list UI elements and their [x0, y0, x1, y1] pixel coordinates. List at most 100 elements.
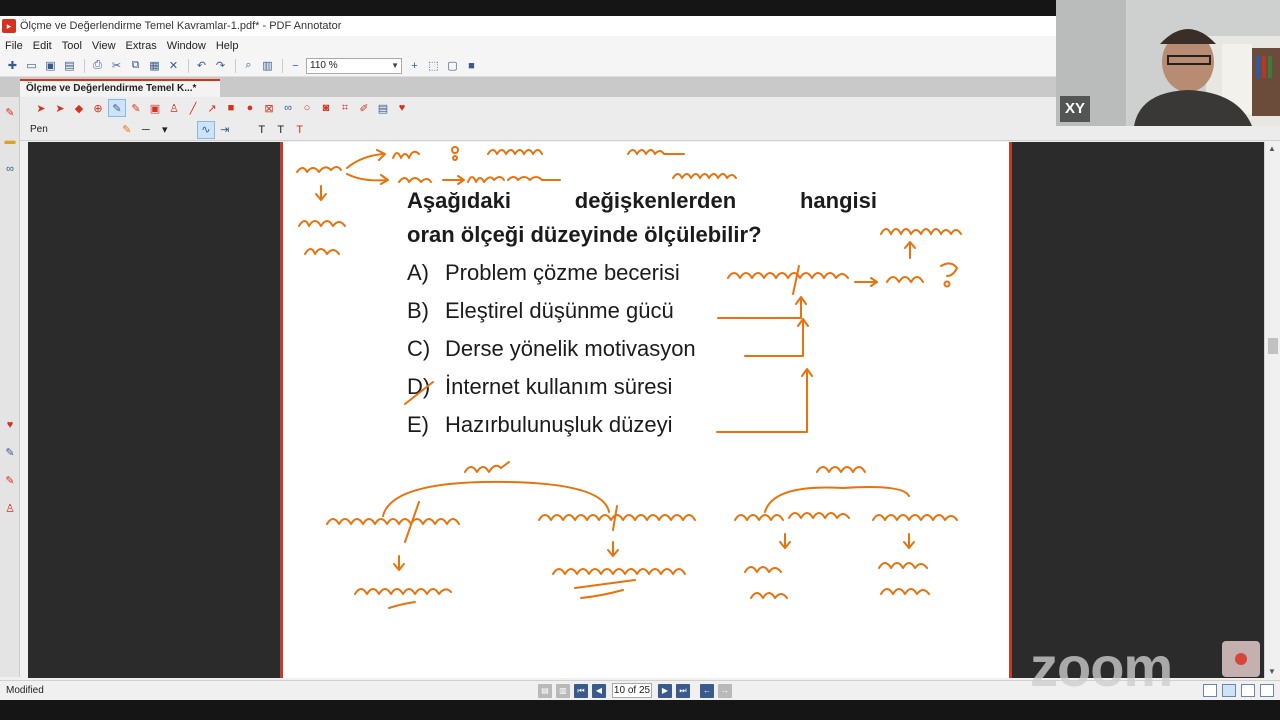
grid-view-icon[interactable] [1260, 684, 1274, 697]
marker-tool-icon[interactable]: ✐ [355, 99, 373, 117]
pen-icon[interactable]: ✎ [2, 105, 18, 121]
window-title: Ölçme ve Değerlendirme Temel Kavramlar-1… [20, 20, 342, 32]
straighten-icon[interactable]: ⇥ [216, 121, 234, 139]
menu-edit[interactable]: Edit [33, 40, 52, 52]
arrow-line-icon[interactable]: ↗ [203, 99, 221, 117]
comment-icon[interactable]: ○ [298, 99, 316, 117]
stamp-icon[interactable]: ♙ [2, 501, 18, 517]
menu-extras[interactable]: Extras [126, 40, 157, 52]
fit-width-icon[interactable]: ⬚ [425, 57, 442, 74]
page-navigation: ▤ ▥ ⏮ ◀ 10 of 25 ▶ ⏭ ← → [536, 683, 734, 698]
menu-view[interactable]: View [92, 40, 116, 52]
toolbar-divider [188, 58, 189, 73]
undo-icon[interactable]: ↶ [193, 57, 210, 74]
favorites-icon[interactable]: ♥ [2, 417, 18, 433]
highlighter-icon[interactable]: ✎ [2, 473, 18, 489]
toolbar-divider [235, 58, 236, 73]
delete-icon[interactable]: ✕ [165, 57, 182, 74]
image-icon[interactable]: ▣ [146, 99, 164, 117]
find-icon[interactable]: ⌕ [240, 57, 257, 74]
camera-icon[interactable]: ◙ [317, 99, 335, 117]
eraser-icon[interactable]: ◆ [70, 99, 88, 117]
zoom-logo: zoom [1030, 635, 1173, 698]
next-page-icon[interactable]: ▶ [658, 683, 672, 698]
ellipse-icon[interactable]: ● [241, 99, 259, 117]
redo-icon[interactable]: ↷ [212, 57, 229, 74]
text-color-icon[interactable]: T [291, 121, 309, 139]
copy-icon[interactable]: ⧉ [127, 57, 144, 74]
reaction-icon[interactable] [1222, 641, 1260, 677]
zoom-value: 110 % [310, 59, 338, 71]
stamp-tool-icon[interactable]: ♙ [165, 99, 183, 117]
zoom-in-icon[interactable]: + [406, 57, 423, 74]
new-document-icon[interactable]: ✚ [4, 57, 21, 74]
save-icon[interactable]: ▣ [42, 57, 59, 74]
last-page-icon[interactable]: ⏭ [676, 683, 690, 698]
zoom-select[interactable]: 110 % ▼ [306, 57, 402, 74]
scroll-down-icon[interactable]: ▼ [1268, 667, 1276, 676]
pen-tool-icon[interactable]: ✎ [108, 99, 126, 117]
open-folder-icon[interactable]: ▭ [23, 57, 40, 74]
scrollbar-thumb[interactable] [1268, 338, 1278, 354]
handwritten-annotations [296, 146, 962, 609]
scroll-up-icon[interactable]: ▲ [1268, 144, 1276, 153]
rectangle-icon[interactable]: ■ [222, 99, 240, 117]
continuous-view-icon[interactable] [1222, 684, 1236, 697]
text-tool-icon[interactable]: T [253, 121, 271, 139]
select-arrow-icon[interactable]: ➤ [32, 99, 50, 117]
chevron-down-icon: ▼ [391, 60, 399, 70]
first-page-icon[interactable]: ⏮ [574, 683, 588, 698]
page-history-icon[interactable]: ▤ [538, 683, 552, 698]
link-tool-icon[interactable]: ∞ [279, 99, 297, 117]
back-icon[interactable]: ← [700, 683, 714, 698]
tool-name: Pen [30, 124, 48, 135]
app-logo-icon: ▸ [2, 19, 16, 33]
two-page-view-icon[interactable] [1241, 684, 1255, 697]
zoom-out-icon[interactable]: − [287, 57, 304, 74]
toolbar-divider [84, 58, 85, 73]
fit-page-icon[interactable]: ▢ [444, 57, 461, 74]
smooth-stroke-icon[interactable]: ∿ [196, 120, 215, 139]
menu-window[interactable]: Window [167, 40, 206, 52]
crop-icon[interactable]: ⌗ [336, 99, 354, 117]
paste-icon[interactable]: ▦ [146, 57, 163, 74]
cut-icon[interactable]: ✂ [108, 57, 125, 74]
save-as-icon[interactable]: ▤ [61, 57, 78, 74]
view-mode-buttons [1198, 684, 1274, 697]
single-page-view-icon[interactable] [1203, 684, 1217, 697]
status-text: Modified [6, 685, 44, 696]
link-icon[interactable]: ∞ [2, 161, 18, 177]
menu-help[interactable]: Help [216, 40, 239, 52]
layout-icon[interactable]: ▥ [259, 57, 276, 74]
magnifier-icon[interactable]: ⊕ [89, 99, 107, 117]
favorites-tool-icon[interactable]: ♥ [393, 99, 411, 117]
toolbar-divider [282, 58, 283, 73]
vertical-scrollbar[interactable]: ▲ ▼ [1264, 142, 1280, 678]
pen-color-icon[interactable]: ✎ [118, 121, 136, 139]
text-style-icon[interactable]: T [272, 121, 290, 139]
page-bookmark-icon[interactable]: ▥ [556, 683, 570, 698]
fullscreen-icon[interactable]: ■ [463, 57, 480, 74]
marker-icon[interactable]: ✎ [2, 445, 18, 461]
document-canvas[interactable]: Aşağıdaki değişkenlerden hangisi oran öl… [28, 142, 1268, 678]
measure-icon[interactable]: ⊠ [260, 99, 278, 117]
print-icon[interactable]: ⎙ [89, 57, 106, 74]
pdf-page[interactable]: Aşağıdaki değişkenlerden hangisi oran öl… [280, 142, 1012, 678]
menu-file[interactable]: File [5, 40, 23, 52]
line-icon[interactable]: ╱ [184, 99, 202, 117]
tab-document[interactable]: Ölçme ve Değerlendirme Temel K...* [20, 79, 220, 97]
folder-icon[interactable]: ▬ [2, 133, 18, 149]
left-sidebar: ✎ ▬ ∞ ♥ ✎ ✎ ♙ [0, 97, 20, 677]
insert-icon[interactable]: ▤ [374, 99, 392, 117]
participant-video[interactable]: XY [1056, 0, 1280, 126]
prev-page-icon[interactable]: ◀ [592, 683, 606, 698]
menu-tool[interactable]: Tool [62, 40, 82, 52]
participant-initials: XY [1060, 96, 1090, 122]
page-indicator[interactable]: 10 of 25 [612, 683, 652, 698]
highlighter-tool-icon[interactable]: ✎ [127, 99, 145, 117]
select-text-icon[interactable]: ➤ [51, 99, 69, 117]
bottom-black-strip [0, 700, 1280, 720]
line-width-icon[interactable]: ▾ [156, 121, 174, 139]
forward-icon[interactable]: → [718, 683, 732, 698]
line-style-icon[interactable]: ─ [137, 121, 155, 139]
